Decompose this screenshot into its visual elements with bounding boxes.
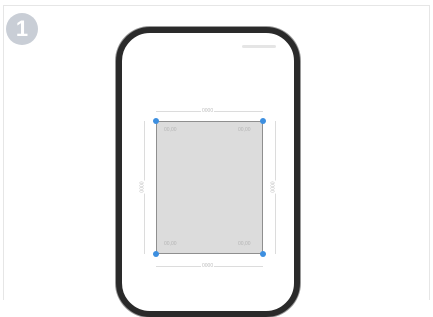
bottom-dimension-label: 0000: [201, 263, 215, 269]
crop-handle-top-right[interactable]: [260, 118, 266, 124]
corner-label-bottom-left: 00,00: [164, 241, 177, 247]
corner-label-bottom-right: 00,00: [238, 241, 251, 247]
crop-rectangle[interactable]: [156, 121, 263, 254]
crop-area[interactable]: 00,00 00,00 00,00 00,00: [156, 121, 263, 254]
right-dimension-label: 0000: [270, 180, 277, 194]
corner-label-top-right: 00,00: [238, 127, 251, 133]
top-dimension-label: 0000: [201, 108, 215, 114]
crop-handle-bottom-right[interactable]: [260, 251, 266, 257]
step-number-badge: 1: [6, 13, 38, 45]
status-bar-indicator: [242, 45, 276, 48]
corner-label-top-left: 00,00: [164, 127, 177, 133]
crop-handle-top-left[interactable]: [153, 118, 159, 124]
left-dimension-label: 0000: [139, 180, 146, 194]
crop-handle-bottom-left[interactable]: [153, 251, 159, 257]
